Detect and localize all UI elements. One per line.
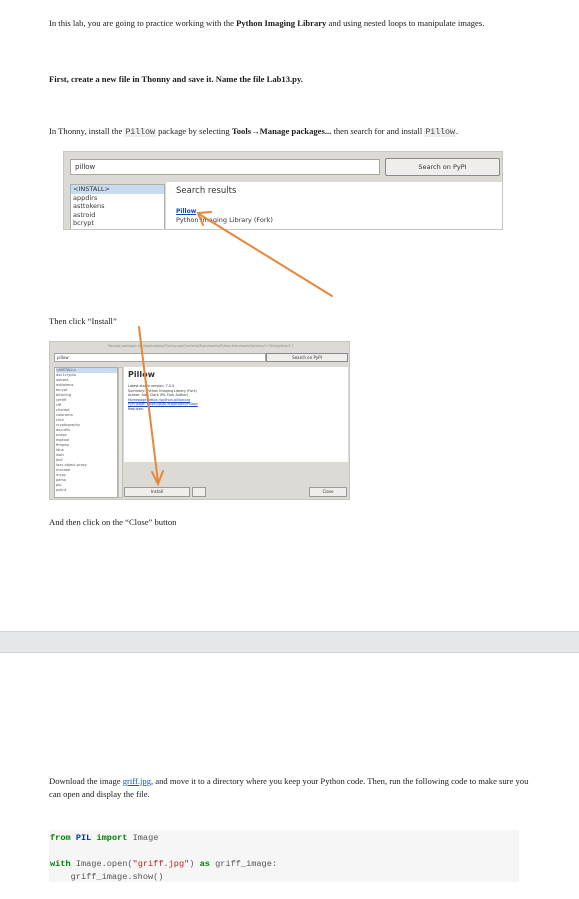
list-scrollbar[interactable] [118,367,123,498]
intro-paragraph: In this lab, you are going to practice w… [49,17,529,30]
install-text-3: then search for and install [331,126,425,136]
package-list[interactable]: <INSTALL> asn1crypto astroid asttokens b… [54,367,118,498]
package-list[interactable]: <INSTALL> appdirs asttokens astroid bcry… [70,184,165,229]
result-link-pillow[interactable]: Pillow [176,208,196,215]
results-heading: Search results [176,186,237,196]
keyword: from [50,833,71,843]
code-line-1: from PIL import Image [50,832,519,845]
install-text: In Thonny, install the [49,126,125,136]
code-block: from PIL import Image with Image.open("gr… [49,830,519,882]
list-item[interactable]: bcrypt [71,219,164,228]
info-line: Requires: [128,406,144,411]
pillow-code-2: Pillow [424,128,456,137]
list-item[interactable]: asttokens [71,202,164,211]
keyword: as [199,859,210,869]
code-line-3: griff_image.show() [50,872,164,882]
search-pypi-button[interactable]: Search on PyPI [385,158,500,176]
package-screenshot: Manage packages for /Applications/Thonny… [49,341,350,500]
package-title: Pillow [128,370,155,379]
step-install: Then click “Install” [49,316,117,326]
keyword: with [50,859,71,869]
list-item[interactable]: pylint [56,488,117,493]
install-paragraph: In Thonny, install the Pillow package by… [49,125,529,139]
menu-path: Tools→Manage packages... [231,126,332,136]
search-input[interactable]: pillow [54,353,266,362]
search-pypi-button[interactable]: Search on PyPI [266,353,348,362]
install-text-2: package by selecting [155,126,232,136]
identifier: griff_image: [215,859,278,869]
page-break [0,631,579,653]
search-input[interactable]: pillow [70,159,380,175]
download-text: Download the image [49,776,123,786]
list-item-install[interactable]: <INSTALL> [71,185,164,194]
step-create-file-text: First, create a new file in Thonny and s… [49,74,303,84]
install-button[interactable]: Install [124,487,190,497]
package-info: Latest stable version: 7.0.0 Summary: Py… [128,384,198,412]
identifier: Image.open( [75,859,133,869]
download-paragraph: Download the image griff.jpg, and move i… [49,775,529,801]
search-screenshot: pillow Search on PyPI <INSTALL> appdirs … [63,151,503,230]
griff-jpg-link[interactable]: griff.jpg [123,776,151,786]
list-item[interactable]: appdirs [71,194,164,203]
document-page-1: In this lab, you are going to practice w… [0,0,579,631]
step-create-file: First, create a new file in Thonny and s… [49,73,529,86]
string-literal: "griff.jpg" [132,859,190,869]
step-close: And then click on the “Close” button [49,517,177,527]
module-name: PIL [75,833,92,843]
details-panel: Pillow Latest stable version: 7.0.0 Summ… [124,367,348,462]
library-name: Python Imaging Library [236,18,327,28]
window-title: Manage packages for /Applications/Thonny… [107,344,294,348]
results-panel: Search results Pillow Python Imaging Lib… [166,182,502,229]
intro-text-end: and using nested loops to manipulate ima… [326,18,485,28]
code-line-2: with Image.open("griff.jpg") as griff_im… [50,858,519,871]
identifier: Image [132,833,159,843]
keyword: import [96,833,128,843]
list-item[interactable]: astroid [71,211,164,220]
install-text-4: . [455,126,459,136]
result-description: Python Imaging Library (Fork) [176,216,273,224]
pillow-code: Pillow [124,128,156,137]
extra-button[interactable] [192,487,206,497]
intro-text: In this lab, you are going to practice w… [49,18,237,28]
punctuation: ) [189,859,195,869]
close-button[interactable]: Close [309,487,347,497]
